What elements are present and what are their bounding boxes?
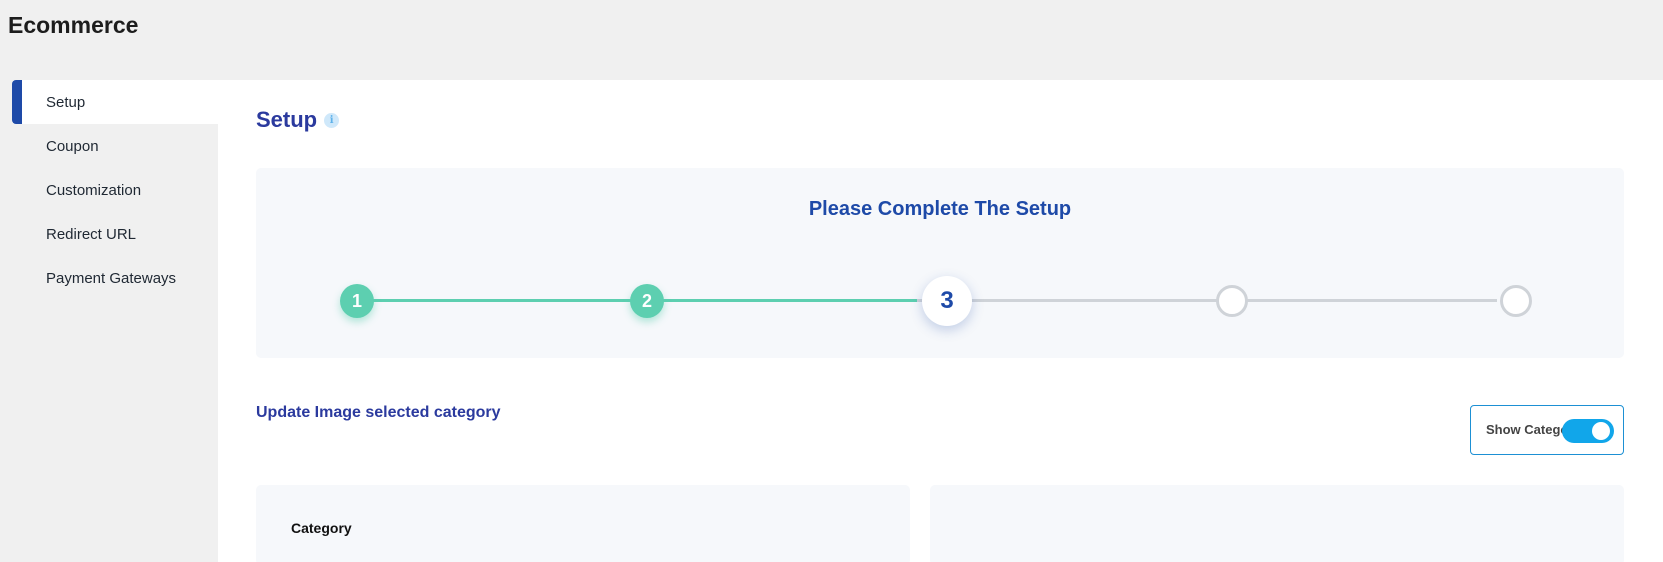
info-icon[interactable]: i bbox=[324, 112, 340, 128]
sidebar-item-customization[interactable]: Customization bbox=[12, 168, 218, 212]
sidebar-item-redirect-url[interactable]: Redirect URL bbox=[12, 212, 218, 256]
setup-stepper: Please Complete The Setup 1 2 3 bbox=[256, 168, 1624, 358]
stepper-title: Please Complete The Setup bbox=[808, 198, 1072, 220]
step-1[interactable]: 1 bbox=[340, 284, 374, 318]
sidebar-item-label: Setup bbox=[46, 93, 86, 111]
sidebar-item-label: Payment Gateways bbox=[46, 269, 177, 287]
toggle-switch[interactable] bbox=[1562, 419, 1614, 443]
step-5[interactable] bbox=[1500, 285, 1532, 317]
section-label: Update Image selected category bbox=[256, 404, 501, 421]
sidebar-item-setup[interactable]: Setup bbox=[12, 80, 218, 124]
category-panel-title: Category bbox=[291, 520, 352, 536]
sidebar-item-coupon[interactable]: Coupon bbox=[12, 124, 218, 168]
step-2[interactable]: 2 bbox=[630, 284, 664, 318]
category-panel: Category bbox=[256, 485, 910, 562]
sidebar-item-payment-gateways[interactable]: Payment Gateways bbox=[12, 256, 218, 300]
page-title-text: Setup bbox=[256, 107, 318, 132]
app-title: Ecommerce bbox=[8, 12, 139, 38]
toggle-knob bbox=[1592, 422, 1610, 440]
right-panel bbox=[930, 485, 1624, 562]
show-category-toggle[interactable]: Show Catego bbox=[1470, 405, 1624, 455]
page-title: Setup i bbox=[256, 107, 340, 133]
stepper-connector-done bbox=[647, 299, 917, 302]
stepper-connector-done bbox=[357, 299, 647, 302]
sidebar-item-label: Customization bbox=[46, 181, 142, 199]
sidebar: Setup Coupon Customization Redirect URL … bbox=[12, 80, 218, 300]
step-3-current[interactable]: 3 bbox=[922, 276, 972, 326]
main-panel: Setup i Please Complete The Setup 1 2 3 … bbox=[218, 80, 1663, 562]
step-4[interactable] bbox=[1216, 285, 1248, 317]
sidebar-item-label: Coupon bbox=[46, 137, 99, 155]
sidebar-item-label: Redirect URL bbox=[46, 225, 137, 243]
